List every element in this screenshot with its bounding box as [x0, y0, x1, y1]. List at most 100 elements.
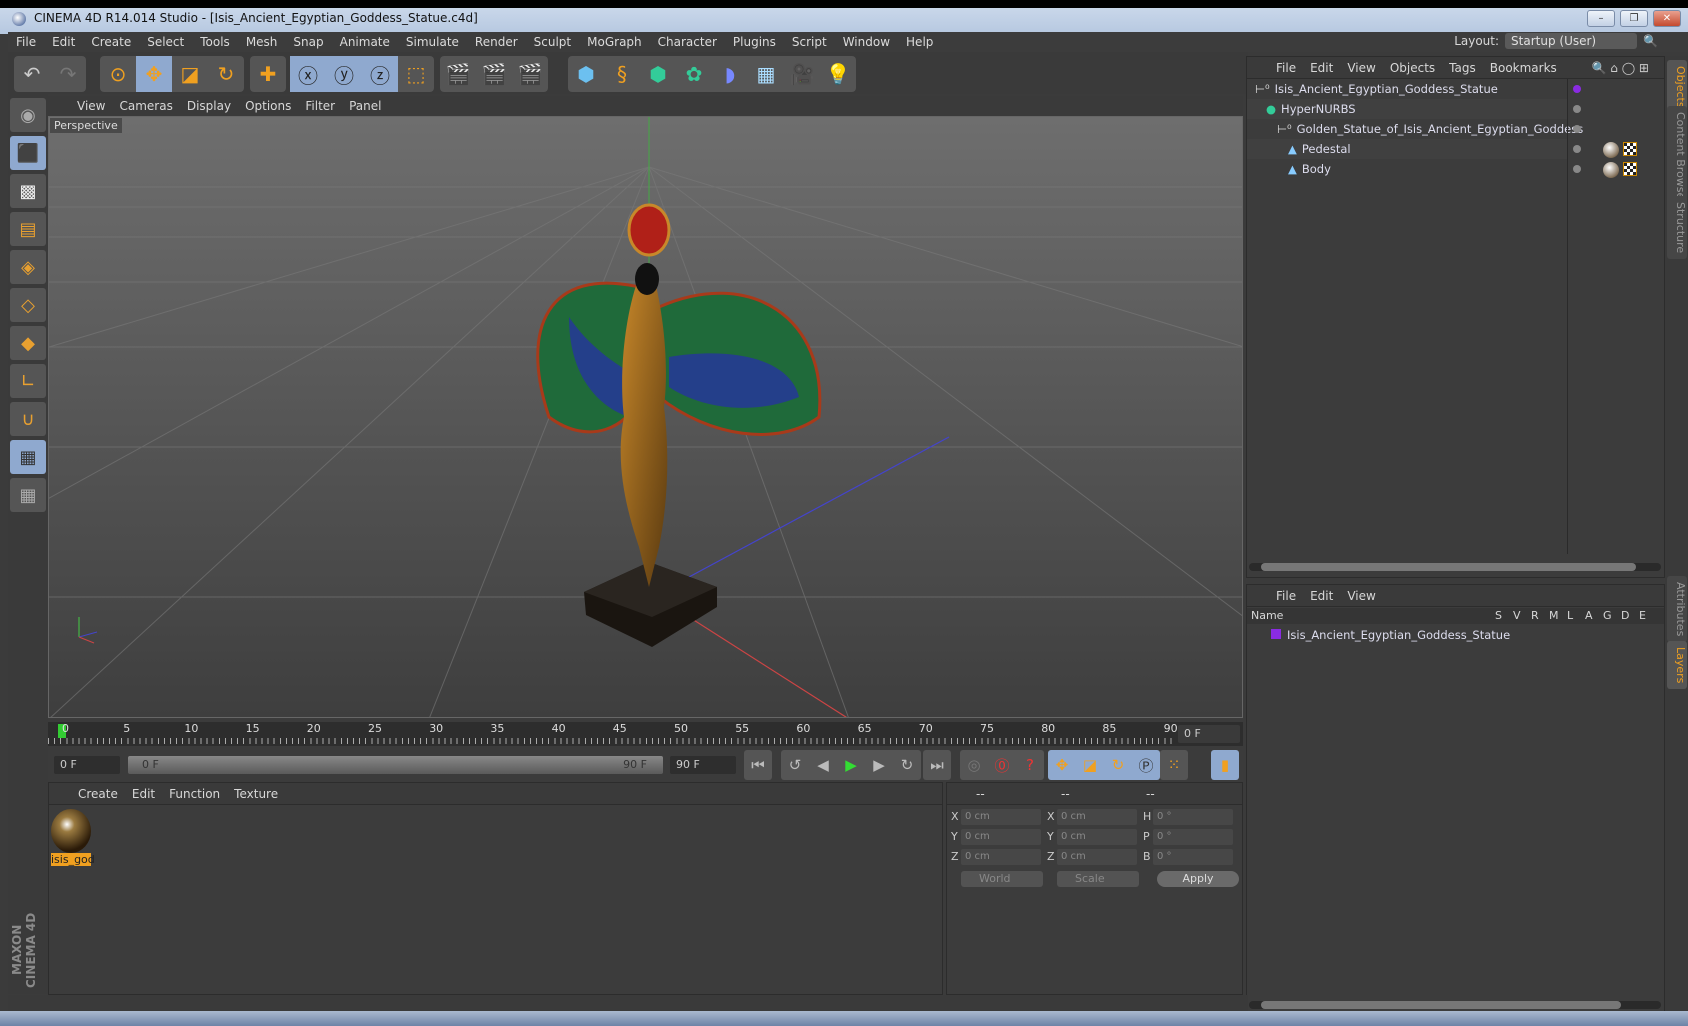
layer-column-s[interactable]: S	[1495, 609, 1502, 622]
axis-mode-icon[interactable]: ∟	[10, 364, 46, 398]
menu-script[interactable]: Script	[784, 35, 835, 49]
material-menu-function[interactable]: Function	[162, 787, 227, 801]
render-settings-icon[interactable]: 🎬	[512, 56, 548, 92]
select-tool-icon[interactable]: ⊙	[100, 56, 136, 92]
layer-column-g[interactable]: G	[1603, 609, 1612, 622]
menu-sculpt[interactable]: Sculpt	[526, 35, 579, 49]
object-menu-file[interactable]: File	[1269, 61, 1303, 75]
end-frame-field[interactable]: 90 F	[670, 756, 736, 774]
object-row[interactable]: ⊢⁰ Golden_Statue_of_Isis_Ancient_Egyptian…	[1247, 119, 1583, 139]
object-menu-bookmarks[interactable]: Bookmarks	[1483, 61, 1564, 75]
x-axis-icon[interactable]: ⓧ	[290, 56, 326, 92]
menu-simulate[interactable]: Simulate	[398, 35, 467, 49]
side-tab-content-browser[interactable]: Content Browser	[1667, 106, 1687, 210]
edges-mode-icon[interactable]: ◇	[10, 288, 46, 322]
viewport-menu-options[interactable]: Options	[238, 99, 298, 113]
live-selection-icon[interactable]: ✚	[250, 56, 286, 92]
viewport[interactable]	[48, 116, 1243, 718]
array-icon[interactable]: ✿	[676, 56, 712, 92]
workplane-icon[interactable]: ▤	[10, 212, 46, 246]
points-mode-icon[interactable]: ◈	[10, 250, 46, 284]
menu-mograph[interactable]: MoGraph	[579, 35, 650, 49]
object-menu-view[interactable]: View	[1340, 61, 1382, 75]
side-tab-structure[interactable]: Structure	[1667, 196, 1687, 260]
texture-tag-icon[interactable]	[1623, 142, 1637, 156]
texture-tag-icon[interactable]	[1623, 162, 1637, 176]
nurbs-icon[interactable]: ⬢	[640, 56, 676, 92]
play-icon[interactable]: ▶	[837, 750, 865, 780]
z-axis-icon[interactable]: ⓩ	[362, 56, 398, 92]
layer-menu-edit[interactable]: Edit	[1303, 589, 1340, 603]
object-menu-tags[interactable]: Tags	[1442, 61, 1483, 75]
search-icon[interactable]: 🔍	[1643, 34, 1658, 48]
timeline-ruler[interactable]: 0 5 10 15 20 25 30 35 40 45 50 55 60 65 70 75 80 85 90 0 F	[48, 722, 1243, 746]
move-tool-icon[interactable]: ✥	[136, 56, 172, 92]
timeline-window-icon[interactable]: ▮	[1211, 750, 1239, 780]
key-pla-icon[interactable]: ⁙	[1160, 750, 1188, 780]
layer-menu-view[interactable]: View	[1340, 589, 1382, 603]
menu-file[interactable]: File	[8, 35, 44, 49]
previous-frame-icon[interactable]: ◀	[809, 750, 837, 780]
viewport-menu-cameras[interactable]: Cameras	[112, 99, 179, 113]
go-to-start-icon[interactable]: ⏮	[744, 750, 772, 780]
scale-dropdown[interactable]: Scale	[1057, 871, 1139, 887]
material-tag-icon[interactable]	[1603, 162, 1619, 178]
menu-mesh[interactable]: Mesh	[238, 35, 286, 49]
camera-icon[interactable]: 🎥	[784, 56, 820, 92]
cube-icon[interactable]: ⬢	[568, 56, 604, 92]
quantize-icon[interactable]: ▦	[10, 478, 46, 512]
next-key-icon[interactable]: ↻	[893, 750, 921, 780]
menu-window[interactable]: Window	[835, 35, 898, 49]
record-disabled-icon[interactable]: ◎	[960, 750, 988, 780]
render-picture-viewer-icon[interactable]: 🎬	[476, 56, 512, 92]
object-menu-edit[interactable]: Edit	[1303, 61, 1340, 75]
current-frame-field[interactable]: 0 F	[1178, 725, 1240, 743]
scale-tool-icon[interactable]: ◪	[172, 56, 208, 92]
side-tab-layers[interactable]: Layers	[1667, 641, 1687, 690]
start-frame-field[interactable]: 0 F	[54, 756, 120, 774]
undo-icon[interactable]: ↶	[14, 56, 50, 92]
key-rotation-icon[interactable]: ↻	[1104, 750, 1132, 780]
coord-field[interactable]: 0 cm	[1057, 849, 1137, 865]
menu-render[interactable]: Render	[467, 35, 526, 49]
viewport-menu-panel[interactable]: Panel	[342, 99, 388, 113]
model-mode-icon[interactable]: ⬛	[10, 136, 46, 170]
object-row[interactable]: ● HyperNURBS	[1247, 99, 1567, 119]
menu-select[interactable]: Select	[139, 35, 192, 49]
menu-snap[interactable]: Snap	[285, 35, 331, 49]
menu-tools[interactable]: Tools	[192, 35, 238, 49]
side-tab-attributes[interactable]: Attributes	[1667, 576, 1687, 643]
coord-field[interactable]: 0 cm	[1057, 809, 1137, 825]
material-tag-icon[interactable]	[1603, 142, 1619, 158]
material-isis-god[interactable]: isis_god	[51, 809, 95, 867]
object-menu-objects[interactable]: Objects	[1383, 61, 1442, 75]
layer-column-name[interactable]: Name	[1251, 609, 1283, 622]
workplane-lock-icon[interactable]: ▦	[10, 440, 46, 474]
object-toolbar-icons[interactable]: 🔍 ⌂ ◯ ⊞	[1585, 61, 1657, 75]
y-axis-icon[interactable]: ⓨ	[326, 56, 362, 92]
minimize-button[interactable]: –	[1587, 10, 1615, 27]
menu-help[interactable]: Help	[898, 35, 941, 49]
layer-color-swatch[interactable]	[1271, 629, 1281, 639]
viewport-menu-filter[interactable]: Filter	[298, 99, 342, 113]
next-frame-icon[interactable]: ▶	[865, 750, 893, 780]
redo-icon[interactable]: ↷	[50, 56, 86, 92]
spline-icon[interactable]: §	[604, 56, 640, 92]
snap-icon[interactable]: ∪	[10, 402, 46, 436]
menu-character[interactable]: Character	[650, 35, 725, 49]
layout-dropdown[interactable]: Startup (User)	[1505, 33, 1638, 49]
viewport-menu-view[interactable]: View	[70, 99, 112, 113]
object-row[interactable]: ⊢⁰ Isis_Ancient_Egyptian_Goddess_Statue	[1247, 79, 1567, 99]
key-parameter-icon[interactable]: Ⓟ	[1132, 750, 1160, 780]
record-icon[interactable]: ⓪	[988, 750, 1016, 780]
render-view-icon[interactable]: 🎬	[440, 56, 476, 92]
layer-row[interactable]: Isis_Ancient_Egyptian_Goddess_Statue	[1247, 625, 1662, 645]
object-scrollbar[interactable]	[1249, 563, 1661, 571]
layer-column-r[interactable]: R	[1531, 609, 1539, 622]
go-to-end-icon[interactable]: ⏭	[923, 750, 951, 780]
world-dropdown[interactable]: World	[961, 871, 1043, 887]
layer-column-m[interactable]: M	[1549, 609, 1559, 622]
deformer-icon[interactable]: ◗	[712, 56, 748, 92]
menu-animate[interactable]: Animate	[332, 35, 398, 49]
layer-column-v[interactable]: V	[1513, 609, 1521, 622]
